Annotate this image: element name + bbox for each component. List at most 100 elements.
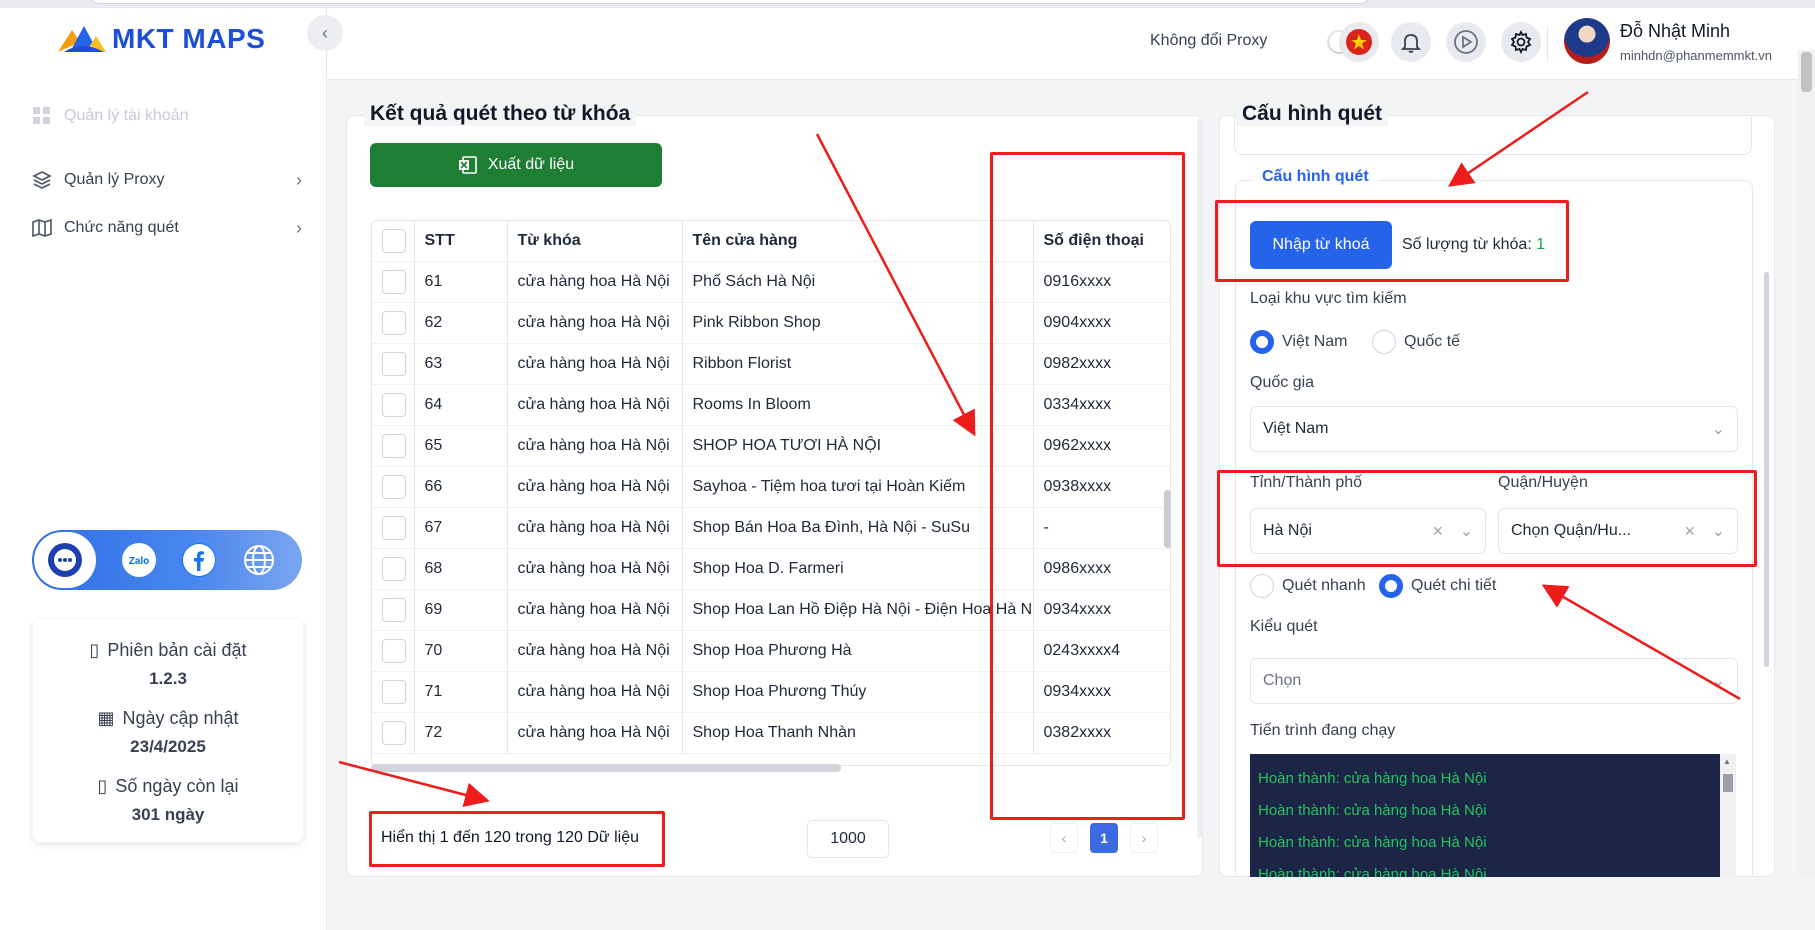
scan-type-label: Kiểu quét — [1250, 618, 1318, 635]
row-checkbox[interactable] — [382, 474, 406, 499]
row-checkbox[interactable] — [382, 638, 406, 663]
log-line: Hoàn thành: cửa hàng hoa Hà Nội — [1258, 834, 1487, 851]
facebook-icon[interactable] — [182, 543, 216, 577]
settings-button[interactable] — [1501, 22, 1541, 62]
sidebar-item-account[interactable]: Quản lý tài khoản — [32, 106, 302, 126]
page-1-button[interactable]: 1 — [1090, 823, 1118, 853]
radio-button[interactable] — [1372, 330, 1396, 354]
column-header[interactable]: STT — [414, 221, 508, 262]
table-cell-stt: 64 — [414, 384, 508, 426]
column-header[interactable]: Tên cửa hàng — [682, 221, 1034, 262]
row-checkbox[interactable] — [382, 310, 406, 335]
svg-text:Zalo: Zalo — [129, 556, 150, 567]
log-scrollbar[interactable]: ▲ — [1720, 754, 1736, 884]
row-select-cell[interactable] — [372, 507, 415, 549]
table-cell-keyword: cửa hàng hoa Hà Nội — [507, 343, 683, 385]
column-header[interactable]: Từ khóa — [507, 221, 683, 262]
radio-button[interactable] — [1250, 574, 1274, 598]
row-select-cell[interactable] — [372, 466, 415, 508]
radio-vietnam[interactable]: Việt Nam — [1250, 330, 1348, 354]
annotation-box-pagination-summary — [369, 811, 665, 867]
row-select-cell[interactable] — [372, 630, 415, 672]
support-chat-icon[interactable] — [34, 532, 96, 588]
table-cell-stt: 72 — [414, 712, 508, 754]
row-checkbox[interactable] — [382, 679, 406, 704]
row-select-cell[interactable] — [372, 343, 415, 385]
table-horizontal-scrollbar[interactable] — [371, 764, 841, 772]
area-type-label: Loại khu vực tìm kiếm — [1250, 290, 1407, 307]
radio-international[interactable]: Quốc tế — [1372, 330, 1460, 354]
radio-quick-scan[interactable]: Quét nhanh — [1250, 574, 1366, 598]
row-select-cell[interactable] — [372, 302, 415, 344]
row-checkbox[interactable] — [382, 515, 406, 540]
table-cell-stt: 65 — [414, 425, 508, 467]
row-select-cell[interactable] — [372, 589, 415, 631]
row-checkbox[interactable] — [382, 720, 406, 745]
sidebar-item-proxy[interactable]: Quản lý Proxy › — [32, 170, 302, 190]
avatar[interactable] — [1564, 18, 1610, 64]
row-checkbox[interactable] — [382, 269, 406, 294]
table-cell-store: Shop Hoa D. Farmeri — [682, 548, 1034, 590]
scroll-up-icon[interactable]: ▲ — [1723, 757, 1731, 766]
row-select-cell[interactable] — [372, 261, 415, 303]
select-all-checkbox[interactable] — [382, 228, 406, 253]
page-scrollbar[interactable] — [1798, 50, 1815, 930]
social-bar: Zalo — [32, 530, 302, 590]
export-data-button[interactable]: Xuất dữ liệu — [370, 143, 662, 187]
prev-page-button[interactable]: ‹ — [1050, 823, 1078, 853]
table-cell-store: Sayhoa - Tiệm hoa tươi tại Hoàn Kiếm — [682, 466, 1034, 508]
row-checkbox[interactable] — [382, 392, 406, 417]
config-scrollbar[interactable] — [1764, 272, 1769, 667]
chevron-down-icon: ⌄ — [1711, 421, 1725, 438]
sidebar-item-scan[interactable]: Chức năng quét › — [32, 218, 302, 238]
app-logo[interactable]: MKT MAPS — [56, 22, 265, 56]
progress-log[interactable]: Hoàn thành: cửa hàng hoa Hà Nội Hoàn thà… — [1250, 754, 1736, 884]
grid-icon — [33, 107, 50, 124]
user-email: minhdn@phanmemmkt.vn — [1620, 48, 1772, 63]
row-select-cell[interactable] — [372, 548, 415, 590]
log-line: Hoàn thành: cửa hàng hoa Hà Nội — [1258, 770, 1487, 787]
country-label: Quốc gia — [1250, 374, 1315, 391]
language-button[interactable] — [1339, 22, 1379, 62]
row-select-cell[interactable] — [372, 712, 415, 754]
row-select-cell[interactable] — [372, 425, 415, 467]
next-page-button[interactable]: › — [1130, 823, 1158, 853]
page-size-select[interactable]: 1000 — [807, 820, 889, 858]
address-bar[interactable] — [90, 0, 1370, 4]
select-all-cell[interactable] — [372, 221, 415, 262]
row-select-cell[interactable] — [372, 671, 415, 713]
scrollbar-thumb[interactable] — [1801, 52, 1812, 92]
play-button[interactable] — [1446, 22, 1486, 62]
row-select-cell[interactable] — [372, 384, 415, 426]
radio-detailed-scan[interactable]: Quét chi tiết — [1379, 574, 1496, 598]
row-checkbox[interactable] — [382, 597, 406, 622]
radio-button[interactable] — [1250, 330, 1274, 354]
table-cell-stt: 67 — [414, 507, 508, 549]
table-cell-store: SHOP HOA TƯƠI HÀ NỘI — [682, 425, 1034, 467]
collapse-sidebar-button[interactable]: ‹ — [307, 15, 343, 51]
country-select[interactable]: Việt Nam ⌄ — [1250, 406, 1738, 452]
row-checkbox[interactable] — [382, 556, 406, 581]
sidebar: MKT MAPS Quản lý tài khoản Quản lý Proxy… — [0, 8, 327, 930]
sidebar-item-label: Quản lý tài khoản — [64, 107, 189, 124]
version-value: 1.2.3 — [149, 669, 187, 688]
log-scroll-thumb[interactable] — [1723, 774, 1733, 792]
panel-resize-handle[interactable] — [1197, 118, 1203, 838]
table-cell-keyword: cửa hàng hoa Hà Nội — [507, 384, 683, 426]
radio-button[interactable] — [1379, 574, 1403, 598]
vietnam-flag-icon — [1346, 29, 1372, 55]
row-checkbox[interactable] — [382, 433, 406, 458]
table-cell-stt: 63 — [414, 343, 508, 385]
row-checkbox[interactable] — [382, 351, 406, 376]
table-cell-stt: 66 — [414, 466, 508, 508]
zalo-icon[interactable]: Zalo — [122, 543, 156, 577]
table-cell-keyword: cửa hàng hoa Hà Nội — [507, 630, 683, 672]
table-cell-keyword: cửa hàng hoa Hà Nội — [507, 466, 683, 508]
notification-button[interactable] — [1391, 22, 1431, 62]
scan-type-select[interactable]: Chọn ⌄ — [1250, 658, 1738, 704]
table-cell-stt: 62 — [414, 302, 508, 344]
table-cell-keyword: cửa hàng hoa Hà Nội — [507, 548, 683, 590]
globe-icon[interactable] — [242, 543, 276, 577]
table-cell-keyword: cửa hàng hoa Hà Nội — [507, 507, 683, 549]
version-icon: ▯ — [89, 640, 100, 660]
